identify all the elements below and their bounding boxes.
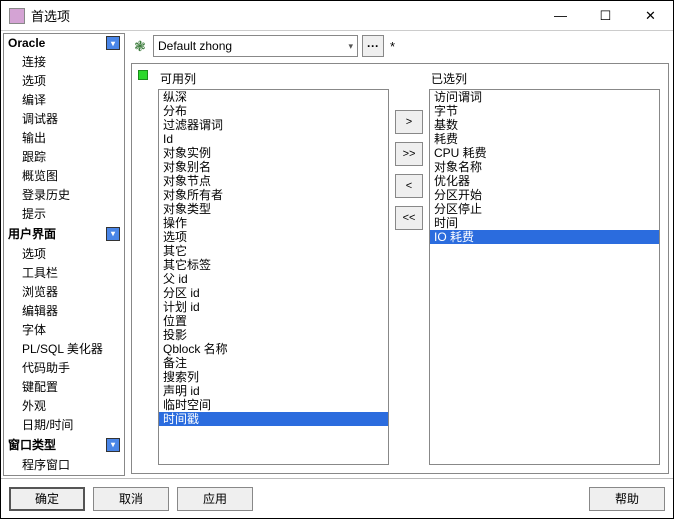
preset-more-button[interactable]: ··· <box>362 35 384 57</box>
list-item[interactable]: 对象实例 <box>159 146 388 160</box>
list-item[interactable]: Qblock 名称 <box>159 342 388 356</box>
move-right-all-button[interactable]: >> <box>395 142 423 166</box>
move-left-button[interactable]: < <box>395 174 423 198</box>
list-item[interactable]: 对象所有者 <box>159 188 388 202</box>
tree-item[interactable]: 编译 <box>4 90 124 109</box>
list-item[interactable]: 过滤器谓词 <box>159 118 388 132</box>
tree-item[interactable]: 选项 <box>4 244 124 263</box>
tree-section-header[interactable]: 窗口类型▾ <box>4 434 124 455</box>
tree-item[interactable]: 跟踪 <box>4 147 124 166</box>
list-item[interactable]: 纵深 <box>159 90 388 104</box>
available-column: 可用列 纵深分布过滤器谓词Id对象实例对象别名对象节点对象所有者对象类型操作选项… <box>158 70 389 465</box>
tree-item[interactable]: 输出 <box>4 128 124 147</box>
list-item[interactable]: 对象别名 <box>159 160 388 174</box>
close-button[interactable]: ✕ <box>628 1 673 30</box>
maximize-button[interactable]: ☐ <box>583 1 628 30</box>
status-indicator <box>138 70 148 80</box>
list-item[interactable]: 父 id <box>159 272 388 286</box>
move-right-button[interactable]: > <box>395 110 423 134</box>
move-buttons: > >> < << <box>395 70 423 465</box>
list-item[interactable]: 字节 <box>430 104 659 118</box>
preset-row: ❃ Default zhong ▾ ··· * <box>131 35 669 57</box>
list-item[interactable]: 访问谓词 <box>430 90 659 104</box>
footer: 确定 取消 应用 帮助 <box>1 478 673 518</box>
window-title: 首选项 <box>31 6 538 25</box>
apply-button[interactable]: 应用 <box>177 487 253 511</box>
list-item[interactable]: 基数 <box>430 118 659 132</box>
list-item[interactable]: 时间戳 <box>159 412 388 426</box>
main-panel: ❃ Default zhong ▾ ··· * 可用列 纵深分布过滤器谓词Id对… <box>127 31 673 478</box>
tree-item[interactable]: PL/SQL 美化器 <box>4 339 124 358</box>
list-item[interactable]: 备注 <box>159 356 388 370</box>
list-item[interactable]: 对象节点 <box>159 174 388 188</box>
tree-item[interactable]: 浏览器 <box>4 282 124 301</box>
list-item[interactable]: 分区 id <box>159 286 388 300</box>
list-item[interactable]: 其它标签 <box>159 258 388 272</box>
minimize-button[interactable]: — <box>538 1 583 30</box>
cancel-button[interactable]: 取消 <box>93 487 169 511</box>
chevron-down-icon[interactable]: ▾ <box>106 227 120 241</box>
tree-item[interactable]: 程序窗口 <box>4 455 124 474</box>
list-item[interactable]: 时间 <box>430 216 659 230</box>
tree-item[interactable]: 代码助手 <box>4 358 124 377</box>
list-item[interactable]: 投影 <box>159 328 388 342</box>
available-label: 可用列 <box>158 70 389 87</box>
list-item[interactable]: 操作 <box>159 216 388 230</box>
preset-name: Default zhong <box>158 39 232 53</box>
list-item[interactable]: 耗费 <box>430 132 659 146</box>
tree-item[interactable]: 登录历史 <box>4 185 124 204</box>
tree-item[interactable]: 概览图 <box>4 166 124 185</box>
list-item[interactable]: 其它 <box>159 244 388 258</box>
ok-button[interactable]: 确定 <box>9 487 85 511</box>
list-item[interactable]: 对象类型 <box>159 202 388 216</box>
tree-section-header[interactable]: 用户界面▾ <box>4 223 124 244</box>
list-item[interactable]: 分区停止 <box>430 202 659 216</box>
preset-select[interactable]: Default zhong ▾ <box>153 35 358 57</box>
list-item[interactable]: 位置 <box>159 314 388 328</box>
list-item[interactable]: 声明 id <box>159 384 388 398</box>
list-item[interactable]: 计划 id <box>159 300 388 314</box>
tree-item[interactable]: 键配置 <box>4 377 124 396</box>
body: Oracle▾连接选项编译调试器输出跟踪概览图登录历史提示用户界面▾选项工具栏浏… <box>1 31 673 478</box>
tree-item[interactable]: 提示 <box>4 204 124 223</box>
tree-item[interactable]: 选项 <box>4 71 124 90</box>
chevron-down-icon: ▾ <box>348 41 353 52</box>
selected-label: 已选列 <box>429 70 660 87</box>
preferences-window: 首选项 — ☐ ✕ Oracle▾连接选项编译调试器输出跟踪概览图登录历史提示用… <box>0 0 674 519</box>
list-item[interactable]: 选项 <box>159 230 388 244</box>
list-item[interactable]: 搜索列 <box>159 370 388 384</box>
list-item[interactable]: IO 耗费 <box>430 230 659 244</box>
tree-item[interactable]: 工具栏 <box>4 263 124 282</box>
chevron-down-icon[interactable]: ▾ <box>106 36 120 50</box>
tree-item[interactable]: SQL 窗口 <box>4 474 124 475</box>
chevron-down-icon[interactable]: ▾ <box>106 438 120 452</box>
list-item[interactable]: 分布 <box>159 104 388 118</box>
list-item[interactable]: 对象名称 <box>430 160 659 174</box>
columns-panel: 可用列 纵深分布过滤器谓词Id对象实例对象别名对象节点对象所有者对象类型操作选项… <box>131 63 669 474</box>
titlebar[interactable]: 首选项 — ☐ ✕ <box>1 1 673 31</box>
window-controls: — ☐ ✕ <box>538 1 673 30</box>
tree-item[interactable]: 连接 <box>4 52 124 71</box>
tree-item[interactable]: 字体 <box>4 320 124 339</box>
tree-item[interactable]: 日期/时间 <box>4 415 124 434</box>
selected-listbox[interactable]: 访问谓词字节基数耗费CPU 耗费对象名称优化器分区开始分区停止时间IO 耗费 <box>429 89 660 465</box>
selected-column: 已选列 访问谓词字节基数耗费CPU 耗费对象名称优化器分区开始分区停止时间IO … <box>429 70 660 465</box>
preset-icon: ❃ <box>131 37 149 55</box>
list-item[interactable]: 优化器 <box>430 174 659 188</box>
tree-item[interactable]: 编辑器 <box>4 301 124 320</box>
tree-item[interactable]: 调试器 <box>4 109 124 128</box>
dirty-indicator: * <box>390 39 395 54</box>
app-icon <box>9 8 25 24</box>
tree-section-header[interactable]: Oracle▾ <box>4 34 124 52</box>
list-item[interactable]: 分区开始 <box>430 188 659 202</box>
help-button[interactable]: 帮助 <box>589 487 665 511</box>
category-sidebar: Oracle▾连接选项编译调试器输出跟踪概览图登录历史提示用户界面▾选项工具栏浏… <box>3 33 125 476</box>
list-item[interactable]: Id <box>159 132 388 146</box>
list-item[interactable]: CPU 耗费 <box>430 146 659 160</box>
list-item[interactable]: 临时空间 <box>159 398 388 412</box>
tree-item[interactable]: 外观 <box>4 396 124 415</box>
available-listbox[interactable]: 纵深分布过滤器谓词Id对象实例对象别名对象节点对象所有者对象类型操作选项其它其它… <box>158 89 389 465</box>
move-left-all-button[interactable]: << <box>395 206 423 230</box>
